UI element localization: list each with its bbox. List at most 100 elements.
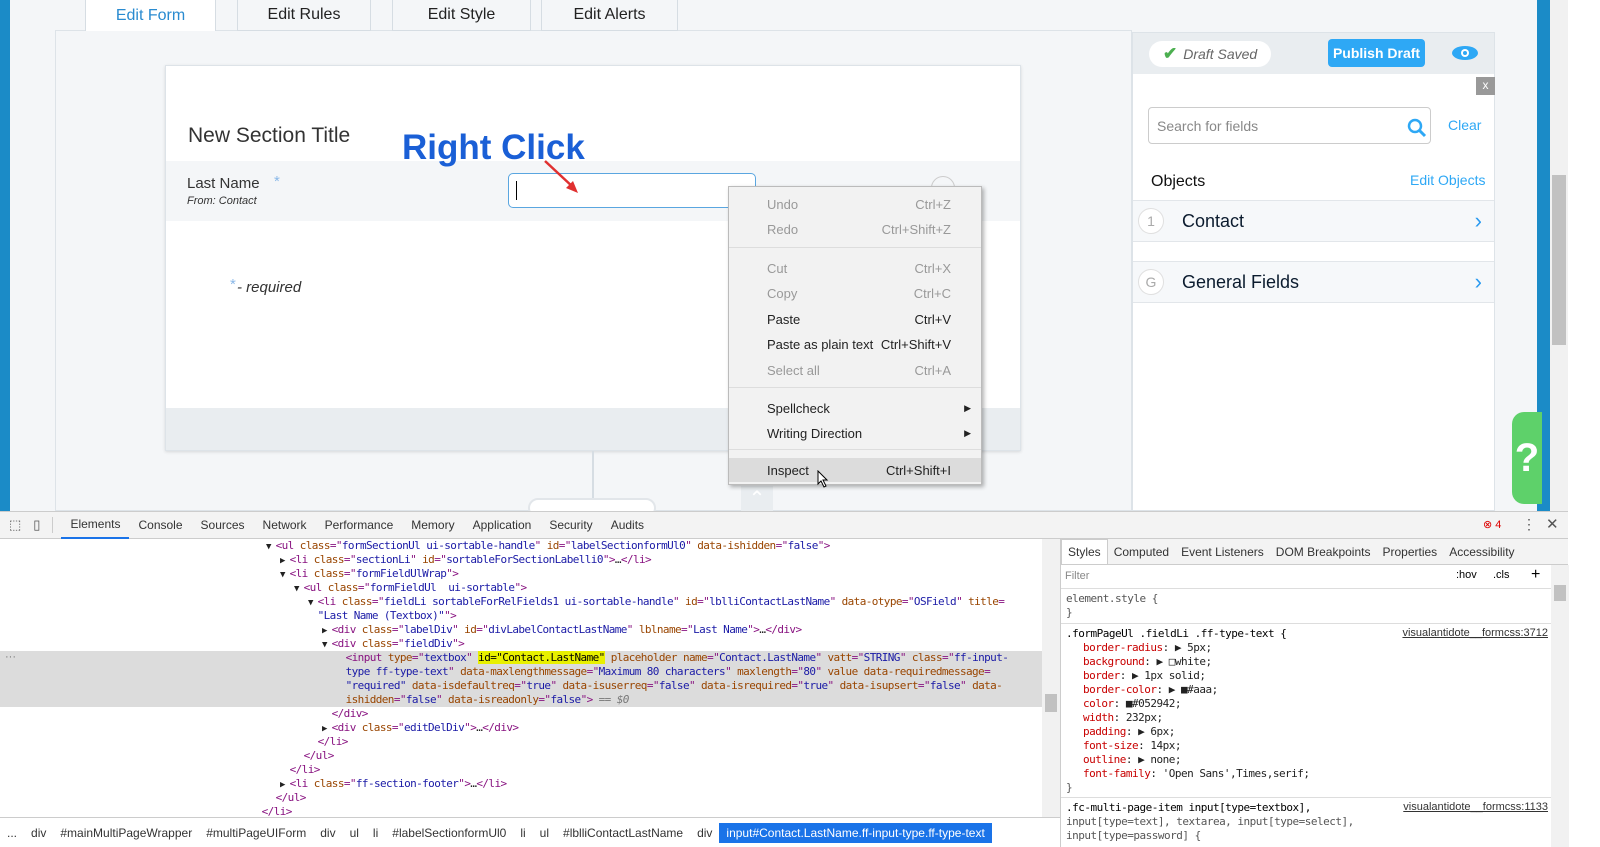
section-title[interactable]: New Section Title xyxy=(188,124,350,148)
tab-edit-style[interactable]: Edit Style xyxy=(392,0,531,31)
dom-node-line[interactable]: ▼ <li class="formFieldUlWrap"> xyxy=(0,567,1042,581)
context-menu-item-cut[interactable]: Cut Ctrl+X xyxy=(729,256,981,280)
close-devtools-icon[interactable]: ✕ xyxy=(1546,515,1559,533)
dom-node-line[interactable]: <input type="textbox" id="Contact.LastNa… xyxy=(0,651,1042,665)
dom-node-line[interactable]: ▼ <div class="fieldDiv"> xyxy=(0,637,1042,651)
css-property[interactable]: padding: ▶ 6px; xyxy=(1083,725,1175,739)
devtools-tab-performance[interactable]: Performance xyxy=(316,512,403,539)
help-button[interactable]: ? xyxy=(1512,412,1542,504)
expand-toggle-icon[interactable] xyxy=(308,612,318,622)
context-menu-item-redo[interactable]: Redo Ctrl+Shift+Z xyxy=(729,217,981,241)
expand-toggle-icon[interactable] xyxy=(336,696,346,706)
add-section-button[interactable] xyxy=(528,498,656,511)
expand-toggle-icon[interactable]: ▼ xyxy=(266,542,276,552)
expand-toggle-icon[interactable] xyxy=(336,654,346,664)
tab-edit-rules[interactable]: Edit Rules xyxy=(237,0,371,31)
object-row-general-fields[interactable]: G General Fields › xyxy=(1133,261,1494,303)
dom-node-line[interactable]: ▼ <ul class="formFieldUl ui-sortable"> xyxy=(0,581,1042,595)
error-icon[interactable]: ⊗ 4 xyxy=(1483,518,1501,531)
dom-node-line[interactable]: ▼ <ul class="formSectionUl ui-sortable-h… xyxy=(0,539,1042,553)
styles-tab-computed[interactable]: Computed xyxy=(1108,540,1175,564)
dom-node-line[interactable]: "Last Name (Textbox)""> xyxy=(0,609,1042,623)
element-style-rule[interactable]: element.style { xyxy=(1066,592,1158,606)
scroll-up-icon[interactable]: ⌃ xyxy=(741,486,773,511)
expand-toggle-icon[interactable]: ▼ xyxy=(322,640,332,650)
edit-objects-link[interactable]: Edit Objects xyxy=(1410,172,1485,188)
dom-scrollbar-thumb[interactable] xyxy=(1045,694,1057,712)
object-row-contact[interactable]: 1 Contact › xyxy=(1133,200,1494,242)
css-property[interactable]: font-size: 14px; xyxy=(1083,739,1181,753)
dom-node-line[interactable]: </li> xyxy=(0,735,1042,749)
hov-toggle[interactable]: :hov xyxy=(1456,569,1477,581)
publish-draft-button[interactable]: Publish Draft xyxy=(1328,39,1425,67)
expand-toggle-icon[interactable]: ▶ xyxy=(322,724,332,734)
breadcrumb-item[interactable]: div xyxy=(313,823,342,843)
dom-node-line[interactable]: ▶ <div class="editDelDiv">…</div> xyxy=(0,721,1042,735)
breadcrumb-item[interactable]: ul xyxy=(533,823,556,843)
css-property[interactable]: color: ■#052942; xyxy=(1083,697,1181,711)
css-property[interactable]: border-radius: ▶ 5px; xyxy=(1083,641,1212,655)
styles-tab-dom-breakpoints[interactable]: DOM Breakpoints xyxy=(1270,540,1377,564)
devtools-tab-elements[interactable]: Elements xyxy=(61,512,130,539)
device-toolbar-icon[interactable]: ▯ xyxy=(33,517,40,533)
expand-toggle-icon[interactable] xyxy=(336,682,346,692)
context-menu-item-writing-direction[interactable]: Writing Direction ▶ xyxy=(729,421,981,445)
rule2-selector[interactable]: .fc-multi-page-item input[type=textbox], xyxy=(1066,801,1311,815)
styles-tab-properties[interactable]: Properties xyxy=(1376,540,1443,564)
breadcrumb-item[interactable]: li xyxy=(513,823,532,843)
dom-node-line[interactable]: ishidden="false" data-isreadonly="false"… xyxy=(0,693,1042,707)
breadcrumb-item[interactable]: div xyxy=(690,823,719,843)
breadcrumb-item[interactable]: #labelSectionformUl0 xyxy=(385,823,513,843)
preview-eye-icon[interactable] xyxy=(1451,45,1479,61)
breadcrumb-item[interactable]: li xyxy=(366,823,385,843)
scrollbar-thumb[interactable] xyxy=(1552,175,1566,345)
rule-selector[interactable]: .formPageUl .fieldLi .ff-type-text { xyxy=(1066,627,1287,641)
expand-toggle-icon[interactable]: ▼ xyxy=(294,584,304,594)
breadcrumb-item[interactable]: input#Contact.LastName.ff-input-type.ff-… xyxy=(719,822,992,843)
css-property[interactable]: outline: ▶ none; xyxy=(1083,753,1181,767)
new-rule-button[interactable]: + xyxy=(1531,566,1540,584)
styles-filter[interactable]: Filter :hov .cls + xyxy=(1061,565,1551,589)
rule-source-link[interactable]: visualantidote__formcss:3712 xyxy=(1402,627,1548,639)
breadcrumb-item[interactable]: ... xyxy=(0,823,24,843)
styles-scrollbar[interactable] xyxy=(1551,565,1569,847)
breadcrumb-item[interactable]: div xyxy=(24,823,53,843)
search-fields-input[interactable]: Search for fields xyxy=(1148,107,1431,144)
expand-toggle-icon[interactable] xyxy=(322,710,332,720)
expand-toggle-icon[interactable] xyxy=(308,738,318,748)
styles-scrollbar-thumb[interactable] xyxy=(1554,585,1566,601)
devtools-tab-network[interactable]: Network xyxy=(254,512,316,539)
styles-tab-accessibility[interactable]: Accessibility xyxy=(1443,540,1520,564)
context-menu-item-undo[interactable]: Undo Ctrl+Z xyxy=(729,192,981,216)
context-menu-item-paste[interactable]: Paste Ctrl+V xyxy=(729,307,981,331)
page-scrollbar[interactable] xyxy=(1550,0,1568,511)
expand-toggle-icon[interactable] xyxy=(280,766,290,776)
breadcrumb-item[interactable]: ul xyxy=(343,823,366,843)
devtools-tab-sources[interactable]: Sources xyxy=(192,512,254,539)
clear-search-link[interactable]: Clear xyxy=(1448,117,1481,133)
tab-edit-alerts[interactable]: Edit Alerts xyxy=(541,0,678,31)
inspect-element-icon[interactable]: ⬚ xyxy=(9,517,21,533)
close-panel-button[interactable]: x xyxy=(1476,77,1495,95)
dom-node-line[interactable]: </div> xyxy=(0,707,1042,721)
breadcrumb-item[interactable]: #multiPageUIForm xyxy=(199,823,313,843)
css-property[interactable]: font-family: 'Open Sans',Times,serif; xyxy=(1083,767,1310,781)
context-menu-item-select-all[interactable]: Select all Ctrl+A xyxy=(729,358,981,382)
dom-node-line[interactable]: ▼ <li class="fieldLi sortableForRelField… xyxy=(0,595,1042,609)
devtools-tab-security[interactable]: Security xyxy=(540,512,601,539)
dom-node-line[interactable]: type ff-type-text" data-maxlengthmessage… xyxy=(0,665,1042,679)
context-menu-item-paste-as-plain-text[interactable]: Paste as plain text Ctrl+Shift+V xyxy=(729,332,981,356)
dom-node-line[interactable]: ▶ <li class="ff-section-footer">…</li> xyxy=(0,777,1042,791)
css-property[interactable]: border-color: ▶ ■#aaa; xyxy=(1083,683,1218,697)
expand-toggle-icon[interactable] xyxy=(336,668,346,678)
search-icon[interactable] xyxy=(1407,118,1427,138)
dom-node-line[interactable]: </li> xyxy=(0,763,1042,777)
expand-toggle-icon[interactable]: ▼ xyxy=(308,598,318,608)
expand-toggle-icon[interactable]: ▶ xyxy=(280,556,290,566)
tab-edit-form[interactable]: Edit Form xyxy=(85,0,216,31)
dom-row-ellipsis[interactable]: ··· xyxy=(5,651,16,663)
devtools-tab-audits[interactable]: Audits xyxy=(602,512,653,539)
expand-toggle-icon[interactable]: ▶ xyxy=(322,626,332,636)
expand-toggle-icon[interactable]: ▼ xyxy=(280,570,290,580)
devtools-tab-memory[interactable]: Memory xyxy=(402,512,463,539)
